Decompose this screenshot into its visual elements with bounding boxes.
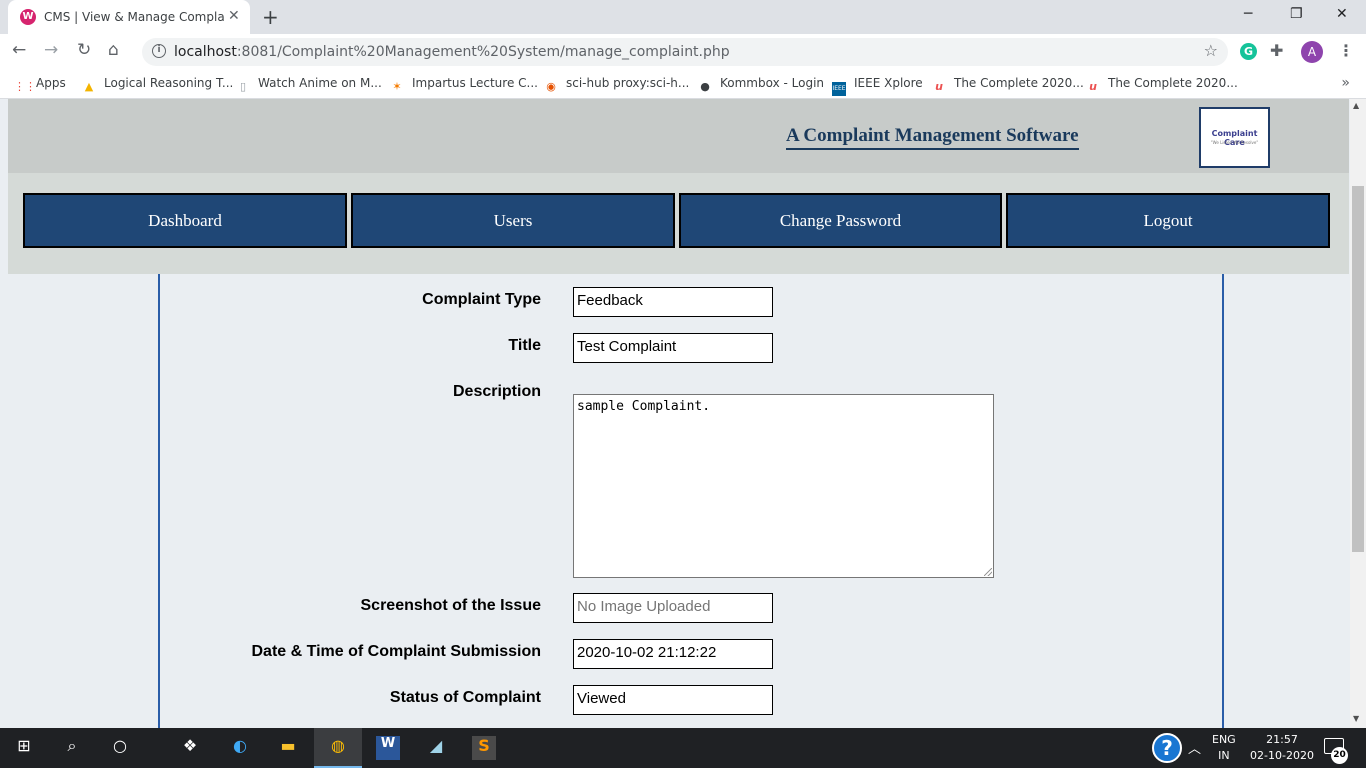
complaint-type-field[interactable]: Feedback [573, 287, 773, 317]
bookmark-item[interactable]: u The Complete 2020... [1086, 76, 1238, 94]
bookmark-item[interactable]: ◉ sci-hub proxy:sci-h... [544, 76, 689, 94]
address-bar[interactable]: i localhost:8081/Complaint%20Management%… [142, 38, 1228, 66]
datetime-label: Date & Time of Complaint Submission [251, 643, 541, 660]
url-text[interactable]: localhost:8081/Complaint%20Management%20… [174, 44, 730, 60]
impartus-icon: ✶ [392, 80, 402, 93]
help-icon[interactable]: ? [1152, 733, 1182, 763]
eye-icon: ◉ [546, 80, 556, 93]
bookmark-item[interactable]: IEEE IEEE Xplore [832, 76, 923, 96]
forward-arrow-icon[interactable]: → [44, 40, 58, 60]
main-nav: Dashboard Users Change Password Logout [8, 173, 1349, 274]
status-field[interactable]: Viewed [573, 685, 773, 715]
nav-logout[interactable]: Logout [1006, 193, 1330, 248]
grammarly-extension-icon[interactable]: G [1240, 43, 1257, 60]
url-path: :8081/Complaint%20Management%20System/ma… [236, 44, 730, 60]
windows-start-icon[interactable]: ⊞ [12, 736, 36, 760]
page-viewport: A Complaint Management Software Complain… [0, 99, 1350, 728]
screenshot-label: Screenshot of the Issue [360, 597, 542, 614]
bookmarks-overflow-icon[interactable]: » [1341, 75, 1350, 91]
reload-icon[interactable]: ↻ [77, 40, 91, 60]
description-label: Description [452, 383, 541, 400]
close-window-icon[interactable]: ✕ [1336, 6, 1348, 22]
sublime-text-icon[interactable]: S [472, 736, 496, 760]
nav-dashboard[interactable]: Dashboard [23, 193, 347, 248]
menu-kebab-icon[interactable]: ⋮ [1338, 41, 1354, 60]
back-arrow-icon[interactable]: ← [12, 40, 26, 60]
bookmark-item[interactable]: ▲ Logical Reasoning T... [82, 76, 234, 94]
restore-icon[interactable]: ❐ [1290, 6, 1303, 22]
chrome-icon: ◍ [331, 736, 345, 755]
nav-users[interactable]: Users [351, 193, 675, 248]
apps-grid-icon: ⋮⋮ [14, 80, 36, 93]
new-tab-button[interactable]: + [262, 5, 279, 29]
bookmarks-bar: ⋮⋮Apps ▲ Logical Reasoning T... ▯ Watch An… [0, 70, 1366, 99]
profile-avatar[interactable]: A [1301, 41, 1323, 63]
globe-icon: ● [700, 80, 710, 93]
url-host: localhost [174, 44, 237, 60]
clock-date: 02-10-2020 [1250, 749, 1314, 762]
complaint-type-label: Complaint Type [422, 291, 541, 308]
site-header: A Complaint Management Software Complain… [8, 99, 1349, 173]
home-icon[interactable]: ⌂ [108, 40, 119, 60]
scroll-down-arrow-icon[interactable]: ▼ [1353, 714, 1359, 723]
ieee-icon: IEEE [832, 82, 846, 96]
description-text: sample Complaint. [577, 399, 711, 414]
browser-tab[interactable]: W CMS | View & Manage Complaint ✕ [8, 0, 250, 34]
bookmark-star-icon[interactable]: ☆ [1204, 41, 1218, 60]
bookmark-item[interactable]: ● Kommbox - Login [698, 76, 824, 94]
extensions-puzzle-icon[interactable]: ✚ [1270, 41, 1283, 60]
search-icon[interactable]: ⌕ [60, 736, 84, 760]
chevron-up-icon[interactable]: ︿ [1188, 738, 1201, 757]
notification-count-badge: 20 [1331, 747, 1348, 764]
bookmark-item[interactable]: ✶ Impartus Lecture C... [390, 76, 538, 94]
edge-icon[interactable]: ◐ [228, 736, 252, 760]
browser-tabstrip: W CMS | View & Manage Complaint ✕ + ─ ❐ … [0, 0, 1366, 34]
bookmark-item[interactable]: ⋮⋮Apps [14, 76, 66, 94]
site-logo: Complaint Care "We Listen We Resolve" [1199, 107, 1270, 168]
scroll-up-arrow-icon[interactable]: ▲ [1353, 101, 1359, 110]
notepad-icon[interactable]: ◢ [424, 736, 448, 760]
wamp-icon: W [20, 9, 36, 25]
chrome-taskbar-button[interactable]: ◍ [314, 728, 362, 768]
screenshot-field[interactable]: No Image Uploaded [573, 593, 773, 623]
datetime-field[interactable]: 2020-10-02 21:12:22 [573, 639, 773, 669]
title-field[interactable]: Test Complaint [573, 333, 773, 363]
minimize-icon[interactable]: ─ [1244, 6, 1252, 22]
clock-time: 21:57 [1266, 733, 1298, 746]
resize-handle-icon[interactable] [984, 568, 992, 576]
title-label: Title [508, 337, 541, 354]
tab-title: CMS | View & Manage Complaint [44, 10, 224, 24]
cortana-icon[interactable]: ○ [108, 736, 132, 760]
bookmark-item[interactable]: ▯ Watch Anime on M... [236, 76, 382, 94]
browser-toolbar: ← → ↻ ⌂ i localhost:8081/Complaint%20Man… [0, 34, 1366, 70]
status-label: Status of Complaint [389, 689, 541, 706]
windows-taskbar: ⊞ ⌕ ○ ❖ ◐ ▬ ◍ W ◢ S ? ︿ ENG IN 21:57 02-10… [0, 728, 1366, 768]
description-textarea[interactable]: sample Complaint. [573, 394, 994, 578]
scrollbar-thumb[interactable] [1352, 186, 1364, 552]
triangle-logo-icon: ▲ [84, 80, 94, 93]
word-icon[interactable]: W [376, 736, 400, 760]
udemy-icon: u [935, 80, 943, 93]
language-indicator[interactable]: ENG IN [1212, 732, 1236, 764]
page-icon: ▯ [239, 80, 247, 93]
dropbox-icon[interactable]: ❖ [178, 736, 202, 760]
udemy-icon: u [1089, 80, 1097, 93]
system-clock[interactable]: 21:57 02-10-2020 [1250, 732, 1314, 764]
info-icon[interactable]: i [152, 44, 166, 58]
site-title[interactable]: A Complaint Management Software [786, 125, 1079, 150]
logo-tagline: "We Listen We Resolve" [1210, 140, 1259, 145]
file-explorer-icon[interactable]: ▬ [276, 736, 300, 760]
close-tab-icon[interactable]: ✕ [228, 8, 240, 24]
nav-change-password[interactable]: Change Password [679, 193, 1002, 248]
bookmark-item[interactable]: u The Complete 2020... [932, 76, 1084, 94]
